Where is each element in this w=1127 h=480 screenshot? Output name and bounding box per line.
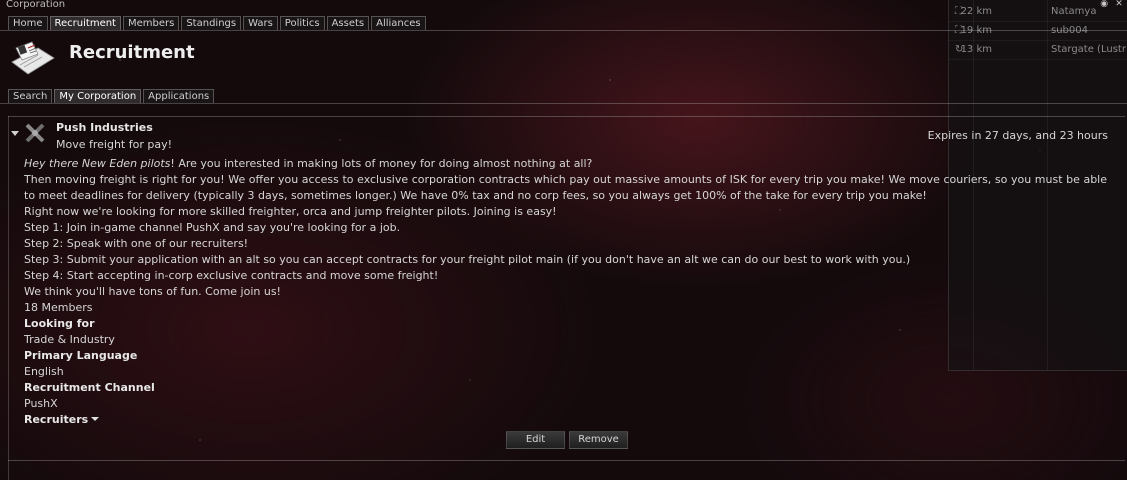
ad-paragraph: We think you'll have tons of fun. Come j… <box>24 285 281 298</box>
chevron-down-icon <box>91 417 100 421</box>
edit-button[interactable]: Edit <box>506 431 565 449</box>
corporation-logo-icon <box>25 123 45 143</box>
tab-divider <box>0 30 1127 31</box>
tab-assets[interactable]: Assets <box>326 16 370 30</box>
options-icon[interactable]: ◉ <box>1098 0 1110 9</box>
corporation-window: Corporation ◉ ✕ Home Recruitment Members… <box>0 0 1127 480</box>
tab-standings[interactable]: Standings <box>181 16 242 30</box>
recruitment-channel-label: Recruitment Channel <box>24 381 155 394</box>
ad-expiry: Expires in 27 days, and 23 hours <box>927 129 1108 142</box>
corporation-name[interactable]: Push Industries <box>56 121 153 134</box>
subtab-divider <box>0 103 1127 104</box>
recruitment-channel-value[interactable]: PushX <box>24 396 155 412</box>
recruiters-label: Recruiters <box>24 413 89 426</box>
main-tabs: Home Recruitment Members Standings Wars … <box>8 16 428 31</box>
tab-search[interactable]: Search <box>8 89 53 103</box>
tab-alliances[interactable]: Alliances <box>371 16 426 30</box>
primary-language-value: English <box>24 365 64 378</box>
ad-paragraph: Then moving freight is right for you! We… <box>24 173 1107 202</box>
looking-for-value: Trade & Industry <box>24 333 115 346</box>
panel-bottom-border <box>8 460 1125 461</box>
tab-my-corporation[interactable]: My Corporation <box>54 89 142 103</box>
ad-tagline: Move freight for pay! <box>56 138 172 151</box>
ad-step: Step 4: Start accepting in-corp exclusiv… <box>24 269 439 282</box>
window-title: Corporation <box>6 0 66 10</box>
ad-step: Step 3: Submit your application with an … <box>24 253 911 266</box>
ad-step: Step 2: Speak with one of our recruiters… <box>24 237 249 250</box>
ad-paragraph: Right now we're looking for more skilled… <box>24 205 557 218</box>
ad-intro: Hey there New Eden pilots! Are you inter… <box>24 156 1107 172</box>
recruiters-dropdown[interactable]: Recruiters <box>24 412 155 428</box>
window-titlebar[interactable]: Corporation ◉ ✕ <box>0 0 1127 12</box>
ad-intro-italic: Hey there New Eden pilots <box>24 157 171 170</box>
looking-for-label: Looking for <box>24 317 95 330</box>
tab-home[interactable]: Home <box>8 16 48 30</box>
collapse-ad-toggle[interactable] <box>11 131 19 136</box>
close-icon[interactable]: ✕ <box>1113 0 1125 9</box>
member-count: 18 Members <box>24 301 93 314</box>
panel-border <box>8 116 9 480</box>
tab-wars[interactable]: Wars <box>243 16 278 30</box>
primary-language-label: Primary Language <box>24 349 138 362</box>
recruitment-icon <box>11 41 55 75</box>
ad-description: Hey there New Eden pilots! Are you inter… <box>24 156 1107 300</box>
tab-members[interactable]: Members <box>122 16 180 30</box>
sub-tabs: Search My Corporation Applications <box>8 89 216 104</box>
tab-applications[interactable]: Applications <box>143 89 215 103</box>
ad-step: Step 1: Join in-game channel PushX and s… <box>24 221 401 234</box>
page-title: Recruitment <box>69 42 195 63</box>
ad-intro-rest: ! Are you interested in making lots of m… <box>170 157 593 170</box>
remove-button[interactable]: Remove <box>569 431 628 449</box>
tab-politics[interactable]: Politics <box>279 16 325 30</box>
tab-recruitment[interactable]: Recruitment <box>49 16 121 30</box>
ad-details: 18 Members Looking for Trade & Industry … <box>24 300 155 428</box>
